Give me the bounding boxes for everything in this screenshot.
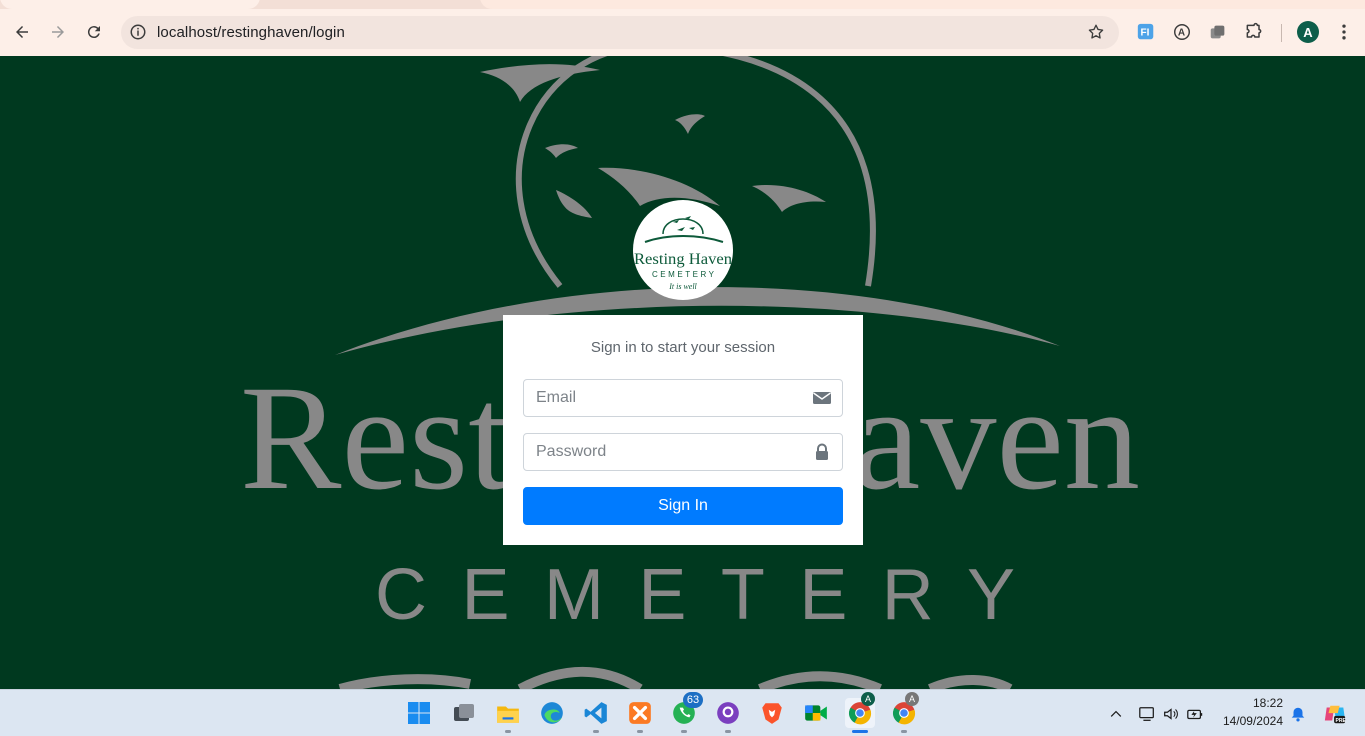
sign-in-button[interactable]: Sign In [523, 487, 843, 525]
chevron-up-icon[interactable] [1106, 704, 1126, 724]
background-script-tagline [338, 666, 1013, 689]
reload-button[interactable] [80, 18, 108, 46]
login-page: Resting Haven CEMETERY Resting Haven CEM… [0, 56, 1365, 689]
network-icon[interactable] [1137, 704, 1157, 724]
extensions-puzzle-icon[interactable] [1243, 21, 1265, 43]
address-bar[interactable]: localhost/restinghaven/login [121, 16, 1119, 49]
email-input[interactable] [524, 380, 804, 416]
notification-bell-icon[interactable] [1288, 704, 1308, 724]
edge-icon[interactable] [537, 698, 567, 728]
svg-text:A: A [1178, 28, 1185, 39]
bookmark-star-icon[interactable] [1087, 23, 1105, 41]
clock-date[interactable]: 14/09/2024 [1213, 714, 1283, 728]
volume-icon[interactable] [1161, 704, 1181, 724]
svg-text:FI: FI [1141, 28, 1150, 39]
whatsapp-icon[interactable]: 63 [669, 692, 703, 733]
task-view-icon[interactable] [449, 698, 479, 728]
vscode-icon[interactable] [581, 698, 611, 733]
clock-time[interactable]: 18:22 [1221, 696, 1283, 710]
back-button[interactable] [8, 18, 36, 46]
meet-icon[interactable] [801, 698, 831, 728]
reload-icon [87, 26, 100, 39]
github-desktop-icon[interactable] [713, 698, 743, 733]
arrow-left-icon [16, 26, 28, 38]
tab-strip [0, 0, 1365, 9]
feedly-extension-icon[interactable]: FI [1135, 21, 1157, 43]
envelope-icon [813, 392, 831, 404]
login-card: Sign in to start your session Sign In [503, 315, 863, 545]
logo-sub: CEMETERY [652, 270, 715, 279]
windows-start-icon[interactable] [404, 698, 434, 728]
site-info-icon[interactable] [129, 23, 147, 41]
kebab-menu-icon[interactable] [1333, 21, 1355, 43]
logo-tagline: It is well [668, 282, 697, 291]
arrow-right-icon [52, 26, 64, 38]
url-text[interactable]: localhost/restinghaven/login [157, 24, 345, 41]
file-explorer-icon[interactable] [493, 698, 523, 733]
password-input-group [523, 433, 843, 471]
chrome-profile-icon[interactable]: A [889, 692, 919, 733]
tab-manager-icon[interactable] [1207, 21, 1229, 43]
whatsapp-badge: 63 [683, 692, 703, 708]
brand-logo: Resting Haven CEMETERY It is well [633, 200, 733, 300]
copilot-icon[interactable]: PRE [1322, 701, 1348, 727]
xampp-icon[interactable] [625, 698, 655, 733]
new-tab-area[interactable] [480, 0, 1365, 9]
chrome-icon[interactable]: A [845, 692, 875, 733]
active-tab[interactable] [0, 0, 260, 9]
background-logo-sub: CEMETERY [375, 555, 1015, 635]
forward-button[interactable] [44, 18, 72, 46]
browser-toolbar: localhost/restinghaven/login FI A A [0, 9, 1365, 56]
login-message: Sign in to start your session [590, 339, 776, 356]
bird-shapes [480, 64, 826, 218]
logo-name: Resting Haven [634, 251, 732, 268]
brave-icon[interactable] [757, 698, 787, 728]
windows-taskbar: 63 A A 18:22 14/09/2024 PRE [0, 689, 1365, 736]
email-input-group [523, 379, 843, 417]
battery-icon[interactable] [1185, 704, 1205, 724]
toolbar-separator [1281, 24, 1282, 42]
lock-icon [816, 443, 828, 460]
a-extension-icon[interactable]: A [1171, 21, 1193, 43]
chrome2-profile-badge: A [905, 692, 919, 706]
chrome-profile-badge: A [861, 692, 875, 706]
svg-text:PRE: PRE [1335, 718, 1346, 724]
password-input[interactable] [524, 434, 804, 470]
profile-avatar[interactable]: A [1297, 21, 1319, 43]
